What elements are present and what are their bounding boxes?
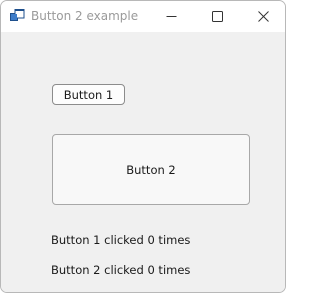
- button-2-click-count-label: Button 2 clicked 0 times: [51, 263, 191, 277]
- button-2[interactable]: Button 2: [52, 134, 250, 205]
- client-area: Button 1 Button 2 Button 1 clicked 0 tim…: [1, 32, 285, 292]
- window-title: Button 2 example: [31, 9, 139, 23]
- button-1[interactable]: Button 1: [52, 84, 125, 105]
- close-icon: [257, 11, 269, 22]
- app-window-icon: [10, 8, 25, 24]
- maximize-button[interactable]: [194, 1, 240, 32]
- minimize-icon: [166, 11, 177, 22]
- title-bar[interactable]: Button 2 example: [1, 1, 285, 32]
- minimize-button[interactable]: [148, 1, 194, 32]
- app-window: Button 2 example Button 1 Button 2 Butto…: [0, 0, 286, 293]
- close-button[interactable]: [240, 1, 285, 32]
- maximize-icon: [211, 11, 223, 22]
- button-1-click-count-label: Button 1 clicked 0 times: [51, 233, 191, 247]
